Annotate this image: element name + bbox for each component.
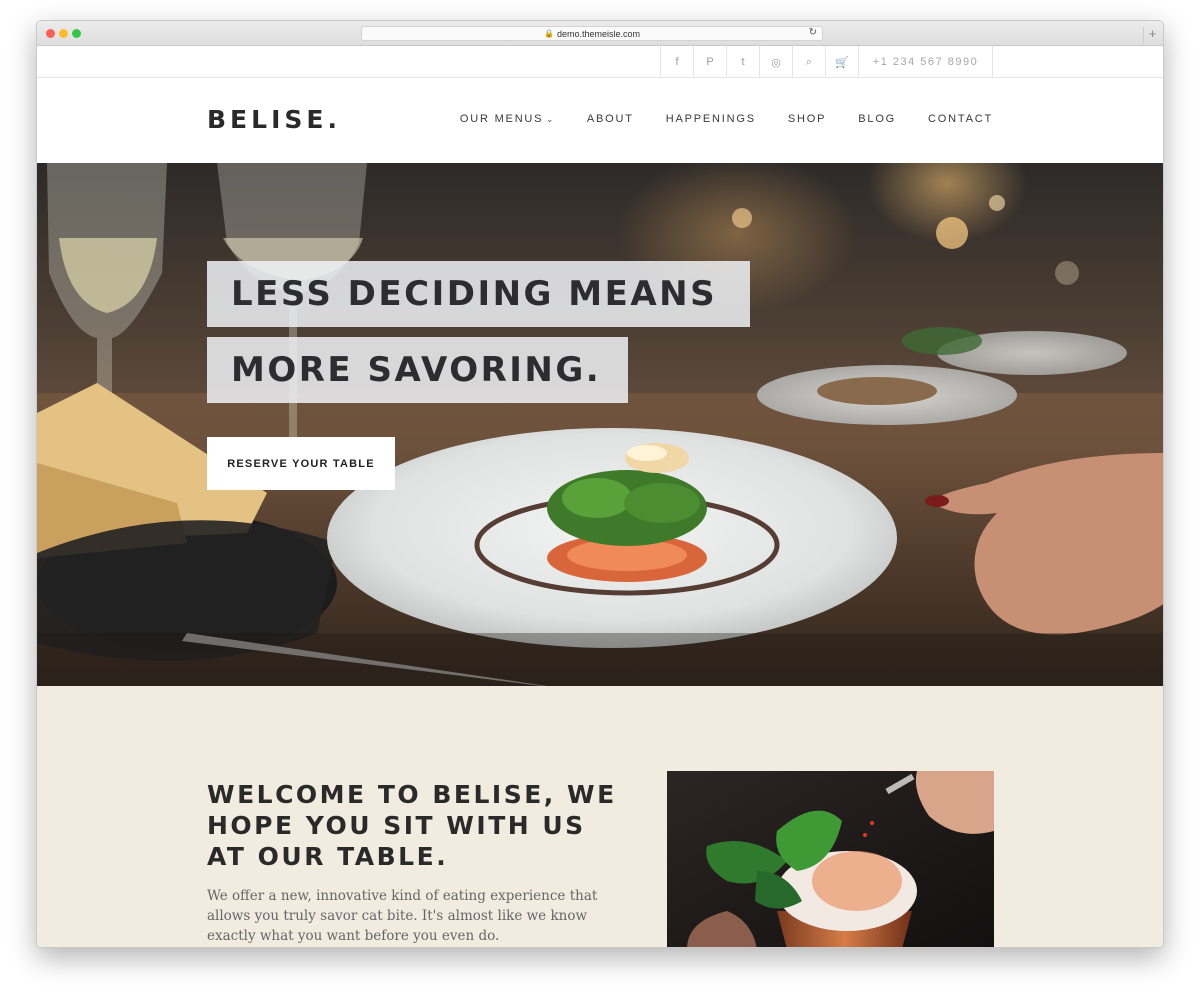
chevron-down-icon: ⌄ — [546, 114, 555, 124]
welcome-section: WELCOME TO BELISE, WE HOPE YOU SIT WITH … — [37, 686, 1163, 947]
browser-window: 🔒 demo.themeisle.com ↻ + f P t ◎ ⌕ 🛒 +1 … — [36, 20, 1164, 948]
nav-item-label: OUR MENUS — [459, 113, 544, 125]
main-nav: OUR MENUS ⌄ ABOUT HAPPENINGS SHOP BLOG C… — [460, 113, 993, 125]
browser-toolbar: 🔒 demo.themeisle.com ↻ + — [37, 21, 1163, 46]
nav-item-blog[interactable]: BLOG — [858, 113, 896, 125]
address-bar[interactable]: 🔒 demo.themeisle.com ↻ — [361, 26, 823, 41]
nav-item-about[interactable]: ABOUT — [587, 113, 634, 125]
hero-headline-line-1: LESS DECIDING MEANS — [207, 261, 750, 327]
reserve-table-button[interactable]: RESERVE YOUR TABLE — [207, 437, 395, 490]
close-window-button[interactable] — [46, 29, 55, 38]
search-icon[interactable]: ⌕ — [792, 46, 825, 78]
hero-section: LESS DECIDING MEANS MORE SAVORING. RESER… — [37, 163, 1163, 686]
instagram-icon[interactable]: ◎ — [759, 46, 792, 78]
facebook-icon[interactable]: f — [660, 46, 693, 78]
welcome-body: We offer a new, innovative kind of eatin… — [207, 888, 598, 944]
cart-icon[interactable]: 🛒 — [825, 46, 858, 78]
minimize-window-button[interactable] — [59, 29, 68, 38]
cocktail-photo — [667, 771, 994, 947]
pinterest-icon[interactable]: P — [693, 46, 726, 78]
welcome-title: WELCOME TO BELISE, WE HOPE YOU SIT WITH … — [207, 780, 617, 871]
site-logo[interactable]: BELISE. — [207, 105, 341, 134]
lock-icon: 🔒 — [543, 29, 554, 38]
twitter-icon[interactable]: t — [726, 46, 759, 78]
nav-item-contact[interactable]: CONTACT — [928, 113, 993, 125]
topbar-icons: f P t ◎ ⌕ 🛒 +1 234 567 8990 — [660, 46, 993, 78]
new-tab-button[interactable]: + — [1143, 27, 1161, 43]
url-text: demo.themeisle.com — [556, 28, 640, 39]
top-bar: f P t ◎ ⌕ 🛒 +1 234 567 8990 — [37, 46, 1163, 78]
nav-item-happenings[interactable]: HAPPENINGS — [666, 113, 756, 125]
site-header: BELISE. OUR MENUS ⌄ ABOUT HAPPENINGS SHO… — [37, 78, 1163, 163]
phone-number[interactable]: +1 234 567 8990 — [858, 46, 993, 78]
nav-item-shop[interactable]: SHOP — [788, 113, 826, 125]
hero-photo — [37, 163, 1163, 686]
reload-icon[interactable]: ↻ — [809, 27, 817, 38]
maximize-window-button[interactable] — [72, 29, 81, 38]
nav-item-our-menus[interactable]: OUR MENUS ⌄ — [460, 113, 555, 125]
hero-headline-line-2: MORE SAVORING. — [207, 337, 628, 403]
